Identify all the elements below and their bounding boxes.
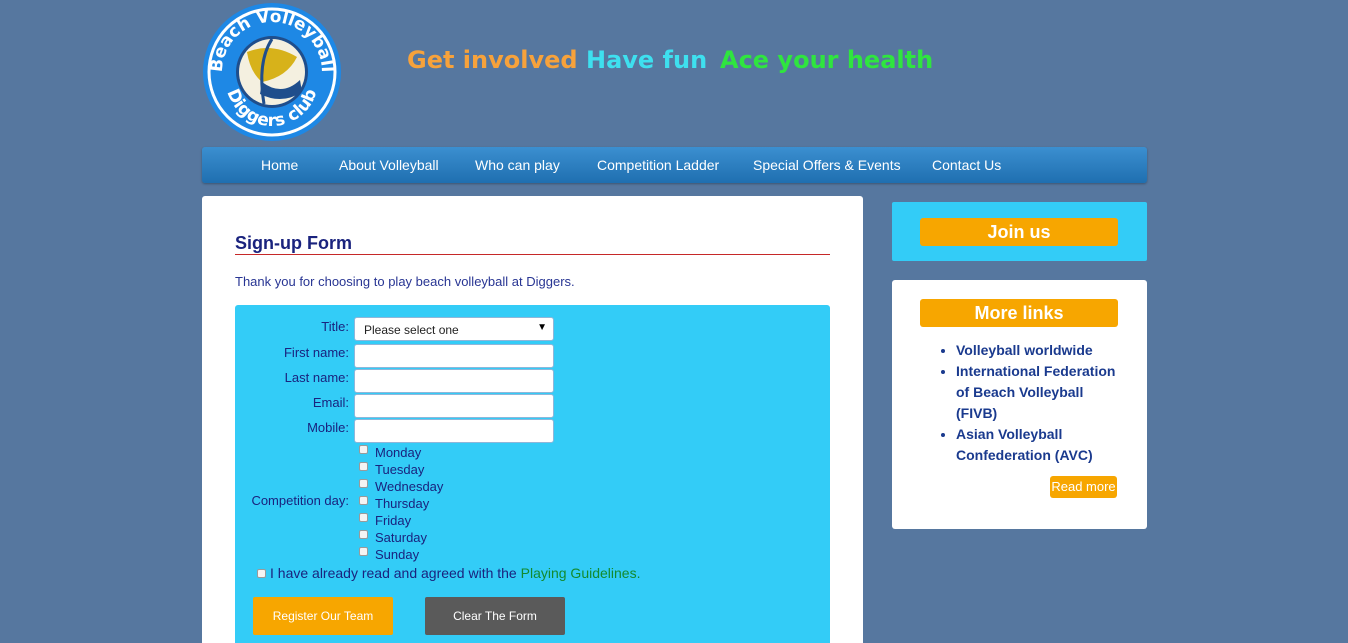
read-more-button[interactable]: Read more — [1050, 476, 1117, 498]
link-avc[interactable]: Asian Volleyball Confederation (AVC) — [956, 424, 1126, 466]
day-checkbox-tuesday[interactable]: Tuesday — [354, 462, 424, 479]
more-links-list: Volleyball worldwide International Feder… — [956, 340, 1126, 466]
join-us-button[interactable]: Join us — [920, 218, 1118, 246]
checkbox[interactable] — [359, 496, 368, 506]
day-checkbox-friday[interactable]: Friday — [354, 513, 411, 530]
email-field[interactable] — [354, 394, 554, 418]
agree-checkbox[interactable] — [257, 568, 266, 578]
page-title: Sign-up Form — [235, 233, 352, 253]
tagline-ace-health: Ace your health — [720, 46, 934, 74]
mobile-field[interactable] — [354, 419, 554, 443]
title-label: Title: — [321, 319, 349, 334]
checkbox[interactable] — [359, 547, 368, 557]
more-links-heading: More links — [920, 299, 1118, 327]
main-panel: Sign-up Form Thank you for choosing to p… — [202, 196, 863, 643]
club-logo[interactable]: Beach Volleyball Diggers club — [202, 2, 343, 142]
email-label: Email: — [312, 395, 349, 410]
checkbox[interactable] — [359, 445, 368, 455]
link-volleyball-worldwide[interactable]: Volleyball worldwide — [956, 340, 1126, 361]
day-checkbox-sunday[interactable]: Sunday — [354, 547, 419, 564]
last-name-label: Last name: — [284, 370, 349, 385]
link-fivb[interactable]: International Federation of Beach Volley… — [956, 361, 1126, 424]
day-checkbox-saturday[interactable]: Saturday — [354, 530, 427, 547]
first-name-field[interactable] — [354, 344, 554, 368]
nav-who-can-play[interactable]: Who can play — [475, 157, 560, 173]
day-checkbox-thursday[interactable]: Thursday — [354, 496, 429, 513]
checkbox[interactable] — [359, 462, 368, 472]
playing-guidelines-link[interactable]: Playing Guidelines. — [521, 565, 641, 581]
title-divider — [235, 254, 830, 255]
intro-text: Thank you for choosing to play beach vol… — [235, 274, 575, 289]
last-name-field[interactable] — [354, 369, 554, 393]
checkbox[interactable] — [359, 530, 368, 540]
tagline-have-fun: Have fun — [586, 46, 708, 74]
tagline-get-involved: Get involved — [407, 46, 578, 74]
nav-contact-us[interactable]: Contact Us — [932, 157, 1001, 173]
first-name-label: First name: — [283, 345, 349, 360]
register-team-button[interactable]: Register Our Team — [253, 597, 393, 635]
more-links-panel: More links Volleyball worldwide Internat… — [892, 280, 1147, 529]
chevron-down-icon: ▼ — [537, 322, 547, 333]
day-checkbox-monday[interactable]: Monday — [354, 445, 421, 462]
competition-day-label: Competition day: — [251, 493, 349, 508]
nav-about-volleyball[interactable]: About Volleyball — [339, 157, 439, 173]
title-select-value: Please select one — [364, 323, 459, 337]
nav-competition-ladder[interactable]: Competition Ladder — [597, 157, 719, 173]
checkbox[interactable] — [359, 513, 368, 523]
checkbox[interactable] — [359, 479, 368, 489]
mobile-label: Mobile: — [307, 420, 349, 435]
agree-row: I have already read and agreed with the … — [257, 565, 640, 581]
signup-form: Title: Please select one ▼ First name: L… — [235, 305, 830, 643]
title-select[interactable]: Please select one ▼ — [354, 317, 554, 341]
clear-form-button[interactable]: Clear The Form — [425, 597, 565, 635]
agree-text: I have already read and agreed with the — [270, 565, 517, 581]
join-us-panel: Join us — [892, 202, 1147, 261]
nav-special-offers[interactable]: Special Offers & Events — [753, 157, 901, 173]
day-checkbox-wednesday[interactable]: Wednesday — [354, 479, 443, 496]
main-nav: Home About Volleyball Who can play Compe… — [202, 147, 1147, 183]
nav-home[interactable]: Home — [261, 157, 298, 173]
